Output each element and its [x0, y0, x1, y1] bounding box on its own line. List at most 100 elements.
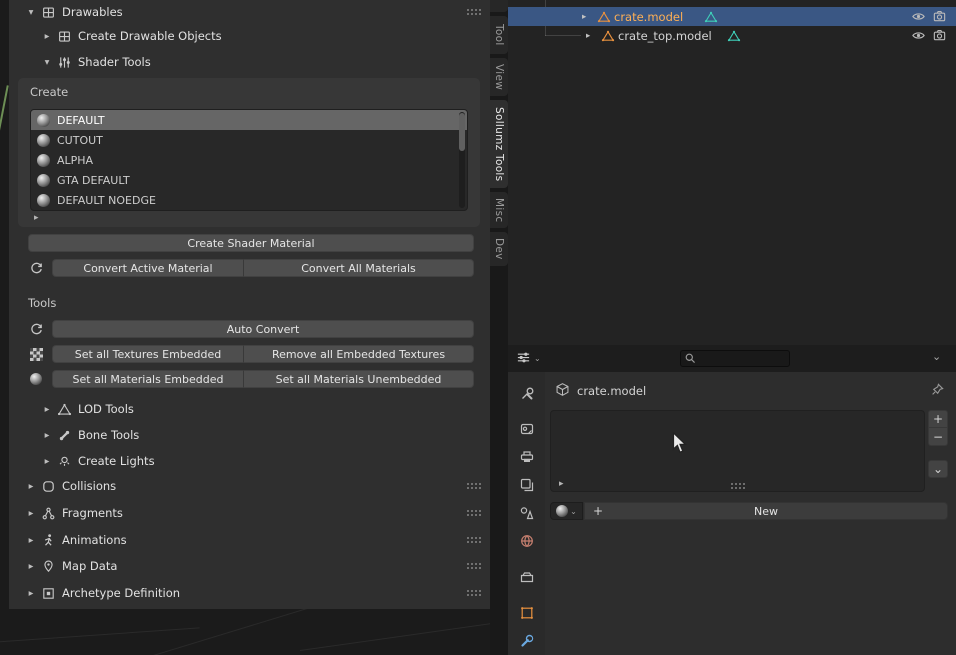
- camera-icon[interactable]: [932, 26, 947, 45]
- create-drawable-objects-icon: [56, 28, 72, 44]
- set-all-materials-unembedded-button[interactable]: Set all Materials Unembedded: [243, 370, 474, 388]
- drawables-icon: [40, 4, 56, 20]
- object-name: crate_top.model: [618, 26, 712, 45]
- add-material-slot-button[interactable]: +: [928, 410, 948, 428]
- tab-partial[interactable]: [490, 0, 508, 12]
- shader-list-item[interactable]: GTA DEFAULT: [31, 170, 467, 190]
- pin-icon[interactable]: [930, 382, 945, 400]
- expand-filter-icon[interactable]: ▸: [34, 213, 39, 223]
- auto-convert-button[interactable]: Auto Convert: [52, 320, 474, 338]
- properties-tab-tool[interactable]: [518, 385, 535, 402]
- panel-label: Map Data: [62, 559, 117, 573]
- remove-material-slot-button[interactable]: −: [928, 428, 948, 446]
- panel-header-lod-tools[interactable]: ▸ LOD Tools: [9, 399, 490, 419]
- drag-grip[interactable]: [466, 8, 481, 16]
- remove-all-embedded-textures-button[interactable]: Remove all Embedded Textures: [243, 345, 474, 363]
- properties-editor: ⌄ ⌄: [508, 345, 956, 655]
- properties-tab-view-layer[interactable]: [518, 476, 535, 493]
- panel-header-create-drawable-objects[interactable]: ▸ Create Drawable Objects: [9, 26, 490, 46]
- shader-tools-box: Create DEFAULT CUTOUT ALPHA GTA DEFAULT: [18, 78, 480, 227]
- animations-icon: [40, 532, 56, 548]
- expand-icon[interactable]: ▸: [586, 26, 590, 45]
- expand-filter-icon[interactable]: ▸: [559, 479, 564, 489]
- tab-dev[interactable]: Dev: [490, 232, 508, 266]
- panel-header-archetype-definition[interactable]: ▸ Archetype Definition: [9, 583, 490, 603]
- panel-header-bone-tools[interactable]: ▸ Bone Tools: [9, 425, 490, 445]
- panel-label: Animations: [62, 533, 127, 547]
- tab-sollumz-tools[interactable]: Sollumz Tools: [490, 100, 508, 188]
- drag-grip[interactable]: [466, 482, 481, 490]
- panel-header-fragments[interactable]: ▸ Fragments: [9, 503, 490, 523]
- drag-grip[interactable]: [466, 562, 481, 570]
- map-pin-icon: [40, 558, 56, 574]
- drag-grip[interactable]: [466, 536, 481, 544]
- panel-header-collisions[interactable]: ▸ Collisions: [9, 476, 490, 496]
- shader-list-item[interactable]: DEFAULT: [31, 110, 467, 130]
- material-sphere-icon: [37, 114, 50, 127]
- eye-icon[interactable]: [911, 7, 926, 26]
- chevron-right-icon: ▸: [40, 456, 54, 467]
- panel-header-create-lights[interactable]: ▸ Create Lights: [9, 451, 490, 471]
- drag-grip[interactable]: [466, 509, 481, 517]
- plus-icon: +: [593, 504, 603, 518]
- new-material-button[interactable]: + New: [584, 502, 948, 520]
- convert-active-material-button[interactable]: Convert Active Material: [52, 259, 243, 277]
- panel-header-drawables[interactable]: ▾ Drawables: [9, 2, 490, 22]
- shader-list: DEFAULT CUTOUT ALPHA GTA DEFAULT DEFAULT…: [30, 109, 468, 211]
- properties-tab-world[interactable]: [518, 532, 535, 549]
- chevron-right-icon: ▸: [24, 588, 38, 599]
- create-shader-material-button[interactable]: Create Shader Material: [28, 234, 474, 252]
- properties-tab-modifiers[interactable]: [518, 632, 535, 649]
- convert-all-materials-button[interactable]: Convert All Materials: [243, 259, 474, 277]
- blender-window: ▾ Drawables ▸ Create Drawable Objects ▾ …: [0, 0, 956, 655]
- camera-icon[interactable]: [932, 7, 947, 26]
- light-icon: [56, 453, 72, 469]
- properties-tab-object[interactable]: [518, 604, 535, 621]
- editor-type-button[interactable]: ⌄: [516, 350, 541, 367]
- expand-icon[interactable]: ▸: [582, 7, 586, 26]
- scrollbar[interactable]: [459, 112, 465, 208]
- panel-header-shader-tools[interactable]: ▾ Shader Tools: [9, 52, 490, 72]
- textures-embedded-row: Set all Textures Embedded Remove all Emb…: [9, 345, 490, 363]
- material-specials-dropdown[interactable]: ⌄: [928, 460, 948, 478]
- properties-tab-column: [508, 372, 545, 655]
- eye-icon[interactable]: [911, 26, 926, 45]
- shader-name: ALPHA: [57, 154, 93, 167]
- grid-line: [300, 622, 490, 651]
- browse-material-button[interactable]: ⌄: [550, 502, 583, 520]
- shader-list-item[interactable]: DEFAULT NOEDGE: [31, 190, 467, 210]
- outliner-row-crate-top-model[interactable]: ▸ crate_top.model: [508, 26, 956, 45]
- panel-label: Drawables: [62, 5, 123, 19]
- panel-label: Create Drawable Objects: [78, 29, 222, 43]
- properties-tab-output[interactable]: [518, 448, 535, 465]
- tab-view[interactable]: View: [490, 58, 508, 96]
- material-slots-list[interactable]: ▸: [550, 410, 925, 492]
- shader-name: DEFAULT: [57, 114, 105, 127]
- properties-tab-collection[interactable]: [518, 568, 535, 585]
- shader-name: GTA DEFAULT: [57, 174, 130, 187]
- material-sphere-icon: [37, 174, 50, 187]
- outliner-row-crate-model[interactable]: ▸ crate.model: [508, 7, 956, 26]
- tab-tool[interactable]: Tool: [490, 16, 508, 54]
- material-row: ⌄ + New: [550, 502, 948, 520]
- header-options-dropdown-icon[interactable]: ⌄: [932, 350, 941, 363]
- properties-tab-scene[interactable]: [518, 504, 535, 521]
- set-all-textures-embedded-button[interactable]: Set all Textures Embedded: [52, 345, 243, 363]
- tab-misc[interactable]: Misc: [490, 192, 508, 228]
- set-all-materials-embedded-button[interactable]: Set all Materials Embedded: [52, 370, 243, 388]
- shader-name: CUTOUT: [57, 134, 103, 147]
- resize-grip[interactable]: [730, 482, 746, 490]
- fragments-icon: [40, 505, 56, 521]
- auto-convert-row: Auto Convert: [9, 320, 490, 338]
- shader-name: DEFAULT NOEDGE: [57, 194, 156, 207]
- drag-grip[interactable]: [466, 589, 481, 597]
- panel-header-animations[interactable]: ▸ Animations: [9, 530, 490, 550]
- mouse-cursor: [672, 432, 687, 454]
- scrollbar-thumb[interactable]: [459, 113, 465, 151]
- shader-list-item[interactable]: ALPHA: [31, 150, 467, 170]
- shader-list-item[interactable]: CUTOUT: [31, 130, 467, 150]
- material-sphere-icon: [556, 505, 568, 517]
- panel-header-map-data[interactable]: ▸ Map Data: [9, 556, 490, 576]
- refresh-icon: [28, 260, 44, 276]
- properties-tab-render[interactable]: [518, 420, 535, 437]
